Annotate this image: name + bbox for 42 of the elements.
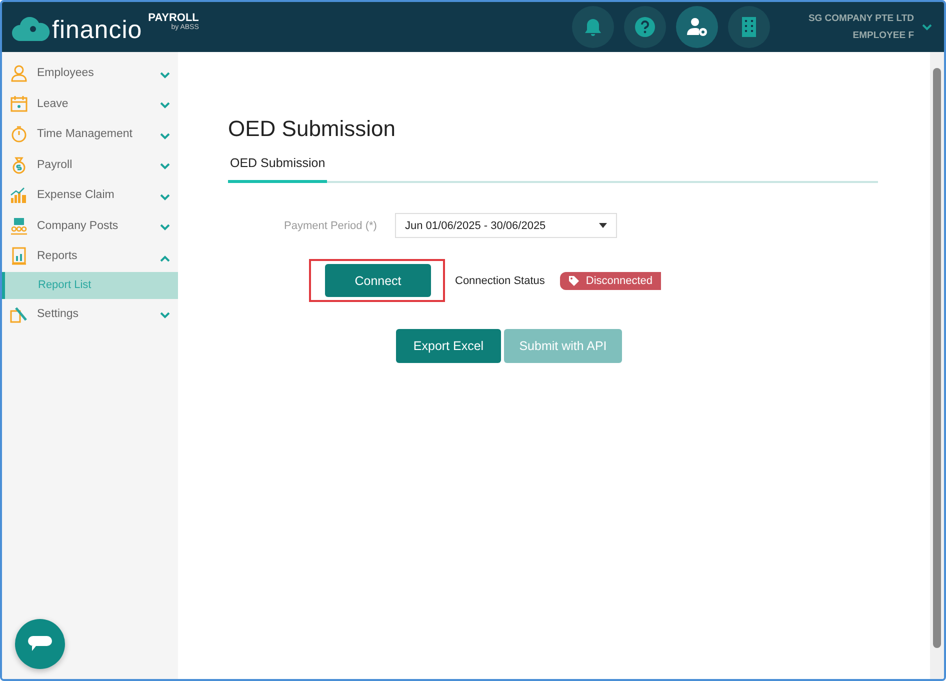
moneybag-icon [10, 156, 28, 174]
status-label: Connection Status [455, 274, 545, 286]
calendar-icon [10, 94, 28, 113]
sidebar-item[interactable]: Payroll [2, 150, 178, 180]
company-button[interactable] [728, 6, 770, 48]
notifications-button[interactable] [572, 6, 614, 48]
building-icon [740, 16, 758, 38]
chevron-down-icon[interactable] [922, 24, 932, 30]
export-button[interactable]: Export Excel [396, 329, 501, 363]
person-icon [10, 64, 28, 82]
company-name: SG COMPANY PTE LTD [808, 13, 914, 24]
sidebar-item[interactable]: Settings [2, 298, 178, 329]
help-button[interactable] [624, 6, 666, 48]
payment-period-dropdown[interactable]: Jun 01/06/2025 - 30/06/2025 [395, 213, 617, 238]
sidebar-item[interactable]: Leave [2, 88, 178, 119]
sidebar-item[interactable]: Employees [2, 58, 178, 88]
chat-button[interactable] [15, 619, 65, 669]
stopwatch-icon [10, 125, 28, 144]
sidebar-item[interactable]: Expense Claim [2, 180, 178, 210]
chart-icon [10, 186, 28, 204]
sidebar-item[interactable]: Reports [2, 241, 178, 272]
user-name: EMPLOYEE F [852, 30, 914, 41]
page-title: OED Submission [228, 116, 397, 142]
tag-icon [568, 274, 580, 286]
connect-button[interactable]: Connect [325, 264, 431, 297]
board-icon [10, 216, 28, 235]
help-icon [634, 16, 656, 38]
sidebar-item[interactable]: Time Management [2, 119, 178, 150]
field-label: Payment Period (*) [284, 220, 378, 232]
caret-icon [599, 223, 607, 228]
user-gear-icon [686, 16, 708, 38]
user-settings-button[interactable] [676, 6, 718, 48]
scrollbar[interactable] [930, 52, 944, 679]
product-name: PAYROLL [148, 12, 199, 24]
tools-icon [10, 304, 28, 323]
bell-icon [583, 17, 604, 37]
sidebar-item[interactable]: Company Posts [2, 210, 178, 241]
tab[interactable]: OED Submission [228, 156, 328, 183]
report-icon [10, 247, 28, 266]
status-badge: Disconnected [560, 272, 661, 290]
brand-name: financio [52, 16, 142, 44]
cloud-logo-icon [12, 17, 50, 43]
